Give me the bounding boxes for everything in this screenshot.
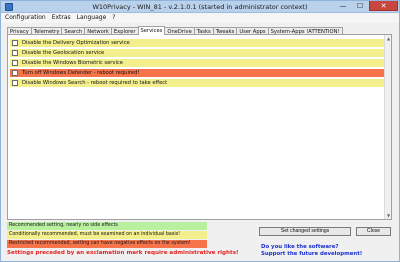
setting-label: Disable the Windows Biometric service	[22, 60, 123, 66]
setting-label: Disable the Geolocation service	[22, 50, 105, 56]
admin-rights-note: Settings preceded by an exclamation mark…	[7, 250, 239, 256]
setting-row[interactable]: Disable Windows Search - reboot required…	[10, 79, 384, 87]
promo-line-2[interactable]: Support the future development!	[261, 251, 362, 258]
setting-checkbox[interactable]	[12, 80, 18, 86]
setting-checkbox[interactable]	[12, 60, 18, 66]
scroll-up-icon[interactable]: ▲	[385, 35, 392, 42]
setting-label: Disable Windows Search - reboot required…	[22, 80, 168, 86]
color-legend: Recommended setting, nearly no side effe…	[7, 222, 207, 249]
setting-checkbox[interactable]	[12, 50, 18, 56]
menu-language[interactable]: Language	[77, 13, 107, 23]
legend-yellow: Conditionally recommended, must be exami…	[7, 231, 207, 239]
setting-label: Turn off Windows Defender - reboot requi…	[22, 70, 140, 76]
app-window: W10Privacy - WIN_81 - v.2.1.0.1 (started…	[0, 0, 400, 262]
minimize-button[interactable]: —	[335, 1, 351, 11]
menu-configuration[interactable]: Configuration	[5, 13, 46, 23]
legend-green: Recommended setting, nearly no side effe…	[7, 222, 207, 230]
window-close-button[interactable]: ✕	[369, 1, 398, 11]
setting-checkbox[interactable]	[12, 70, 18, 76]
title-bar[interactable]: W10Privacy - WIN_81 - v.2.1.0.1 (started…	[1, 1, 399, 13]
setting-label: Disable the Delivery Optimization servic…	[22, 40, 130, 46]
maximize-button[interactable]: ☐	[352, 1, 368, 11]
setting-row[interactable]: Turn off Windows Defender - reboot requi…	[10, 69, 384, 77]
menu-help[interactable]: ?	[112, 13, 115, 23]
setting-row[interactable]: Disable the Delivery Optimization servic…	[10, 39, 384, 47]
close-button[interactable]: Close	[356, 227, 391, 236]
set-changed-settings-button[interactable]: Set changed settings	[259, 227, 351, 236]
legend-red: Restricted recommended, setting can have…	[7, 240, 207, 248]
setting-checkbox[interactable]	[12, 40, 18, 46]
settings-panel: Disable the Delivery Optimization servic…	[7, 34, 392, 220]
vertical-scrollbar[interactable]: ▲ ▼	[384, 35, 391, 219]
setting-row[interactable]: Disable the Windows Biometric service	[10, 59, 384, 67]
promo-line-1[interactable]: Do you like the software?	[261, 244, 362, 251]
tab-services[interactable]: Services	[137, 26, 166, 35]
menu-bar: Configuration Extras Language ?	[1, 13, 399, 23]
scroll-down-icon[interactable]: ▼	[385, 212, 392, 219]
setting-row[interactable]: Disable the Geolocation service	[10, 49, 384, 57]
support-promo[interactable]: Do you like the software? Support the fu…	[261, 244, 362, 258]
menu-extras[interactable]: Extras	[52, 13, 71, 23]
